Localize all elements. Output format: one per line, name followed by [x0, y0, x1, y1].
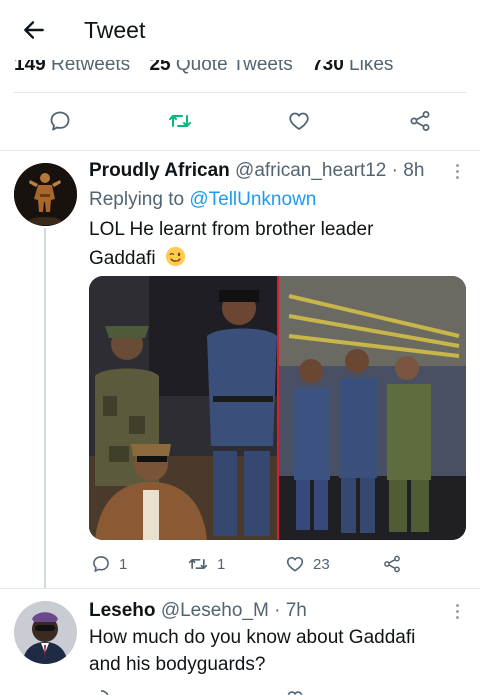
divider: [0, 588, 480, 589]
like-icon: [289, 112, 309, 130]
reply-icon: [50, 111, 70, 131]
tweet-action-bar: [0, 106, 480, 138]
reply-icon: [93, 556, 109, 572]
divider: [0, 150, 480, 151]
back-arrow-icon: [24, 21, 44, 39]
retweet-icon: [169, 115, 191, 127]
author-name[interactable]: Proudly African: [89, 160, 230, 181]
timestamp[interactable]: 7h: [286, 600, 307, 621]
like-icon: [287, 691, 303, 695]
retweet-button[interactable]: 1: [187, 554, 225, 574]
reply2-action-bar-partial: [91, 688, 411, 695]
share-icon: [410, 111, 430, 131]
replying-to-handle[interactable]: @TellUnknown: [189, 189, 316, 210]
avatar[interactable]: [14, 163, 77, 226]
like-icon: [286, 556, 304, 572]
avatar-figure-image: [14, 163, 77, 226]
timestamp[interactable]: 8h: [403, 160, 424, 181]
like-button[interactable]: [284, 106, 314, 136]
winking-emoji-icon: [165, 246, 185, 267]
tweet-text-line: Gaddafi: [89, 248, 156, 269]
tweet-text-line: and his bodyguards?: [89, 654, 266, 675]
photo-bodyguards-image: [89, 276, 466, 540]
author-name[interactable]: Leseho: [89, 600, 156, 621]
avatar[interactable]: [14, 601, 77, 664]
more-icon: [454, 164, 460, 179]
tweet-photo[interactable]: [89, 276, 466, 540]
share-button[interactable]: [382, 554, 402, 574]
share-button[interactable]: [405, 106, 435, 136]
avatar-person-image: [14, 601, 77, 664]
more-options-button[interactable]: [454, 164, 460, 184]
page-title: Tweet: [84, 17, 146, 43]
header-bar: Tweet: [0, 0, 480, 60]
retweet-count: 1: [217, 555, 226, 573]
retweet-icon: [188, 559, 208, 569]
share-icon: [384, 555, 400, 573]
back-button[interactable]: [18, 14, 50, 46]
like-button[interactable]: 23: [285, 554, 330, 574]
more-options-button[interactable]: [454, 604, 460, 624]
more-icon: [454, 604, 460, 619]
replying-to: Replying to @TellUnknown: [89, 189, 317, 210]
like-count: 23: [313, 555, 330, 573]
author-handle[interactable]: @Leseho_M: [161, 600, 269, 621]
author-handle[interactable]: @african_heart12: [235, 160, 386, 181]
divider: [14, 92, 466, 93]
reply-button[interactable]: 1: [91, 554, 127, 574]
reply-button[interactable]: [45, 106, 75, 136]
retweet-button[interactable]: [165, 106, 195, 136]
thread-line: [44, 228, 46, 588]
tweet-text-line: How much do you know about Gaddafi: [89, 627, 416, 648]
reply-icon: [100, 690, 109, 695]
reply-count: 1: [119, 555, 128, 573]
tweet-text-line: LOL He learnt from brother leader: [89, 219, 374, 240]
meta-separator: ·: [391, 160, 398, 181]
meta-separator: ·: [274, 600, 281, 621]
